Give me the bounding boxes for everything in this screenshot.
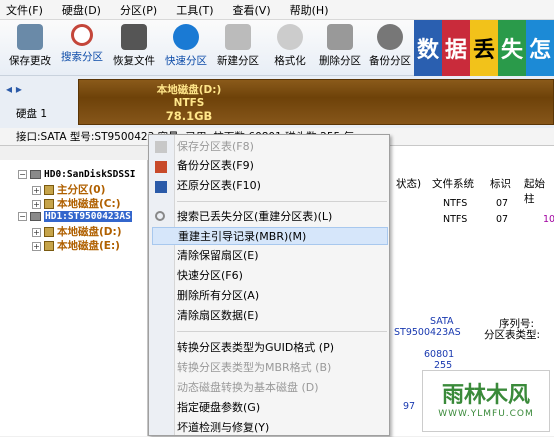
- v97-value: 97: [403, 401, 416, 412]
- recover-files-button[interactable]: 恢复文件: [110, 22, 158, 74]
- partition-block[interactable]: 本地磁盘(D:) NTFS 78.1GB: [78, 79, 554, 125]
- partition-icon: [44, 199, 54, 209]
- row2-start: 10: [543, 214, 554, 225]
- save-icon: [17, 24, 43, 50]
- menu-delete-all-partitions[interactable]: 删除所有分区(A): [177, 287, 387, 305]
- menu-restore-partition-table[interactable]: 还原分区表(F10): [177, 177, 387, 195]
- col-filesystem: 文件系统: [432, 178, 474, 190]
- new-partition-button[interactable]: 新建分区: [214, 22, 262, 74]
- search-icon: [155, 211, 165, 221]
- menu-search-lost-partitions[interactable]: 搜索已丢失分区(重建分区表)(L): [177, 208, 387, 226]
- menu-save-partition-table[interactable]: 保存分区表(F8): [177, 138, 387, 156]
- tree-hd1-d[interactable]: + 本地磁盘(D:): [32, 224, 122, 239]
- partition-name: 本地磁盘(D:): [156, 84, 222, 96]
- menu-quick-partition[interactable]: 快速分区(F6): [177, 267, 387, 285]
- menu-view[interactable]: 查看(V): [233, 2, 271, 18]
- tree-hd0-c[interactable]: + 本地磁盘(C:): [32, 196, 121, 211]
- delete-partition-button[interactable]: 删除分区: [316, 22, 364, 74]
- quick-partition-icon: [173, 24, 199, 50]
- search-partition-button[interactable]: 搜索分区: [58, 22, 106, 74]
- menu-partition[interactable]: 分区(P): [120, 2, 157, 18]
- backup-partition-button[interactable]: 备份分区: [366, 22, 414, 74]
- tree-hd0[interactable]: − HD0:SanDiskSDSSI: [18, 168, 136, 180]
- magnifier-icon: [71, 24, 93, 46]
- row1-id: 07: [496, 198, 509, 209]
- hdd-icon: [30, 211, 41, 221]
- backup-icon: [377, 24, 403, 50]
- tree-hd1[interactable]: − HD1:ST9500423AS: [18, 210, 132, 222]
- menu-set-disk-params[interactable]: 指定硬盘参数(G): [177, 399, 387, 417]
- format-icon: [277, 24, 303, 50]
- partition-icon: [44, 185, 54, 195]
- disk-tree: − HD0:SanDiskSDSSI + 主分区(0) + 本地磁盘(C:) − HD1…: [0, 160, 148, 436]
- context-menu: 保存分区表(F8) 备份分区表(F9) 还原分区表(F10) 搜索已丢失分区(重…: [148, 134, 390, 436]
- restore-table-icon: [155, 181, 167, 193]
- backup-table-icon: [155, 161, 167, 173]
- partition-size: 78.1GB: [165, 109, 213, 123]
- menu-backup-partition-table[interactable]: 备份分区表(F9): [177, 157, 387, 175]
- menu-clear-sector-data[interactable]: 清除扇区数据(E): [177, 307, 387, 325]
- recover-icon: [121, 24, 147, 50]
- save-table-icon: [155, 141, 167, 153]
- menu-disk[interactable]: 硬盘(D): [62, 2, 101, 18]
- trash-icon: [327, 24, 353, 50]
- menu-file[interactable]: 文件(F): [6, 2, 43, 18]
- disk-nav-arrows[interactable]: ◂ ▸: [6, 82, 22, 96]
- menu-convert-to-guid[interactable]: 转换分区表类型为GUID格式 (P): [177, 339, 387, 357]
- row2-fs: NTFS: [443, 214, 468, 225]
- tree-hd1-e[interactable]: + 本地磁盘(E:): [32, 238, 120, 253]
- menu-bar: 文件(F) 硬盘(D) 分区(P) 工具(T) 查看(V) 帮助(H): [0, 0, 554, 20]
- format-button[interactable]: 格式化: [266, 22, 314, 74]
- col-start: 起始柱: [524, 178, 545, 205]
- menu-clear-reserved-sectors[interactable]: 清除保留扇区(E): [177, 247, 387, 265]
- partition-icon: [44, 241, 54, 251]
- disk-label: 硬盘 1: [16, 108, 48, 120]
- row1-fs: NTFS: [443, 198, 468, 209]
- hdd-icon: [30, 169, 41, 179]
- cyl-value: 60801: [424, 349, 455, 360]
- menu-rebuild-mbr[interactable]: 重建主引导记录(MBR)(M): [152, 227, 388, 245]
- partition-icon: [44, 227, 54, 237]
- col-status: 状态): [396, 178, 422, 190]
- row2-id: 07: [496, 214, 509, 225]
- save-changes-button[interactable]: 保存更改: [6, 22, 54, 74]
- tree-hd0-p0[interactable]: + 主分区(0): [32, 182, 105, 197]
- menu-tools[interactable]: 工具(T): [176, 2, 213, 18]
- menu-convert-to-mbr[interactable]: 转换分区表类型为MBR格式 (B): [177, 359, 387, 377]
- quick-partition-button[interactable]: 快速分区: [162, 22, 210, 74]
- col-id: 标识: [490, 178, 511, 190]
- watermark-logo: 雨林木风 WWW.YLMFU.COM: [422, 370, 550, 432]
- menu-dynamic-to-basic[interactable]: 动态磁盘转换为基本磁盘 (D): [177, 379, 387, 397]
- menu-bad-sector-repair[interactable]: 坏道检测与修复(Y): [177, 419, 387, 437]
- menu-help[interactable]: 帮助(H): [290, 2, 329, 18]
- new-partition-icon: [225, 24, 251, 50]
- ad-banner: 数 据 丢 失 怎: [414, 20, 554, 76]
- model-value: ST9500423AS: [394, 327, 461, 338]
- iface-value: SATA: [430, 316, 454, 327]
- ptable-label: 分区表类型:: [484, 329, 541, 341]
